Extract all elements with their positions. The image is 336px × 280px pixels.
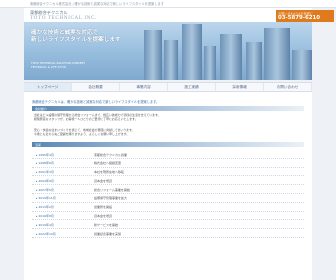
history-event: 資本金を増資 — [94, 178, 113, 183]
table-row: 2013年2月 営業所を開設 — [32, 203, 304, 212]
intro-paragraph: 安心・快適な住まいづくりを通じて、地域社会の発展に貢献してまいります。 今後とも… — [34, 128, 298, 136]
nav-item-company[interactable]: 会社概要 — [72, 83, 120, 91]
skyline-building — [164, 40, 178, 80]
section-header-intro: 会社紹介 — [32, 106, 304, 111]
paragraph-line: 経験豊富なスタッフが、お客様一人ひとりのご要望に丁寧にお応えいたします。 — [34, 117, 138, 121]
nav-item-recruit[interactable]: 採用情報 — [216, 83, 264, 91]
history-date[interactable]: 2016年8月 — [36, 214, 54, 218]
history-date[interactable]: 2004年9月 — [36, 179, 54, 183]
history-date[interactable]: 1995年4月 — [36, 153, 54, 157]
top-announcement-text: 東都総合テクニカル株式会社 | 確かな技術と誠実な対応で新しいライフスタイルを提… — [30, 2, 164, 6]
table-row: 2016年8月 資本金を増資 — [32, 212, 304, 221]
skyline-building — [220, 34, 242, 80]
history-event: 資本金を増資 — [94, 214, 113, 219]
contact-phone-number[interactable]: 03-5879-6210 — [278, 15, 320, 21]
table-row: 2010年11月 設備保守管理事業を拡大 — [32, 194, 304, 203]
history-event: 設備保守管理事業を拡大 — [94, 196, 128, 201]
history-date[interactable]: 2001年3月 — [36, 170, 54, 174]
history-date[interactable]: 2013年2月 — [36, 205, 54, 209]
table-row: 2001年3月 本社を現所在地へ移転 — [32, 168, 304, 177]
history-event: 本社を現所在地へ移転 — [94, 170, 125, 175]
intro-paragraph: 当社はビル設備の保守管理から総合リフォームまで、幅広い技術力で皆様の生活を支えて… — [34, 113, 298, 121]
hero-headline-2: 新しいライフスタイルを提案します — [31, 37, 121, 43]
site-header: 東都総合テクニカル TOTO TECHNICAL INC. お問い合わせはお気軽… — [24, 8, 334, 22]
table-row: 2019年4月 新サービスを開始 — [32, 220, 304, 230]
table-row: 2004年9月 資本金を増資 — [32, 176, 304, 186]
history-event: 総合リフォーム事業を開始 — [94, 187, 130, 192]
section-title: 会社紹介 — [35, 106, 48, 111]
logo-english-name: TOTO TECHNICAL INC. — [30, 15, 97, 21]
skyline-building — [144, 30, 162, 80]
nav-item-business[interactable]: 事業内容 — [120, 83, 168, 91]
history-date[interactable]: 2022年10月 — [36, 232, 55, 236]
nav-item-works[interactable]: 施工実績 — [168, 83, 216, 91]
section-title: 沿革 — [35, 142, 42, 147]
table-row: 1998年6月 株式会社へ組織変更 — [32, 159, 304, 168]
skyline-building — [246, 42, 262, 80]
table-row: 2022年10月 創業記念事業を実施 — [32, 229, 304, 238]
main-content: 東都総合テクニカルは、確かな技術と誠実な対応で新しいライフスタイルを提案します。… — [24, 92, 312, 280]
history-date[interactable]: 1998年6月 — [36, 161, 54, 165]
contact-phone-box[interactable]: お問い合わせはお気軽に 03-5879-6210 — [276, 10, 334, 22]
table-row: 2007年5月 総合リフォーム事業を開始 — [32, 185, 304, 194]
skyline-building — [204, 46, 216, 80]
history-date[interactable]: 2007年5月 — [36, 188, 54, 192]
intro-lead-link[interactable]: 東都総合テクニカルは、確かな技術と誠実な対応で新しいライフスタイルを提案します。 — [32, 99, 159, 104]
hero-banner: 確かな技術と誠実な対応で 新しいライフスタイルを提案します TOTO TECHN… — [24, 22, 312, 80]
skyline-building — [264, 28, 290, 80]
history-event: 株式会社へ組織変更 — [94, 161, 122, 166]
section-header-history: 沿革 — [32, 142, 304, 147]
history-table: 1995年4月 東都総合テクニカル創業 1998年6月 株式会社へ組織変更 2001年3… — [32, 150, 304, 238]
main-navigation: トップページ 会社概要 事業内容 施工実績 採用情報 お問い合わせ — [24, 82, 312, 92]
history-date[interactable]: 2019年4月 — [36, 223, 54, 227]
history-event: 創業記念事業を実施 — [94, 231, 122, 236]
history-event: 営業所を開設 — [94, 205, 113, 210]
nav-item-contact[interactable]: お問い合わせ — [264, 83, 312, 91]
history-event: 新サービスを開始 — [94, 222, 119, 227]
history-event: 東都総合テクニカル創業 — [94, 152, 128, 157]
hero-subtext-2: TECHNICAL & LIFE STYLE — [31, 65, 66, 69]
top-announcement-bar: 東都総合テクニカル株式会社 | 確かな技術と誠実な対応で新しいライフスタイルを提… — [0, 0, 336, 8]
paragraph-line: 今後とも変わらぬご愛顧を賜りますよう、よろしくお願い申し上げます。 — [34, 132, 130, 136]
table-row: 1995年4月 東都総合テクニカル創業 — [32, 150, 304, 159]
skyline-building — [182, 24, 202, 80]
history-date[interactable]: 2010年11月 — [36, 196, 55, 200]
nav-item-top[interactable]: トップページ — [24, 83, 72, 91]
skyline-building — [292, 50, 312, 80]
